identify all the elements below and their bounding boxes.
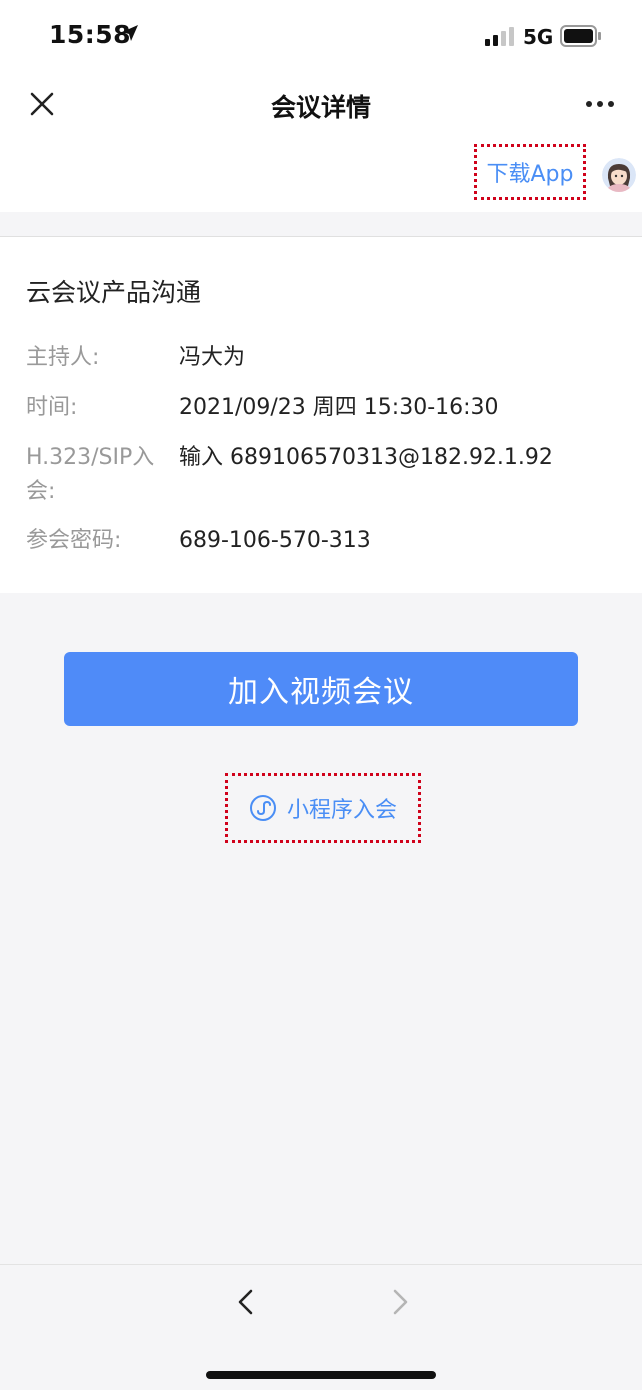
app-bar: 下载App: [0, 136, 642, 212]
host-value: 冯大为: [179, 345, 246, 370]
join-video-meeting-button[interactable]: 加入视频会议: [64, 652, 578, 726]
mini-program-label: 小程序入会: [286, 798, 397, 823]
download-app-label: 下载App: [486, 162, 574, 187]
page-title: 会议详情: [270, 93, 371, 122]
meeting-info-card: 云会议产品沟通 主持人: 冯大为 时间: 2021/09/23 周四 15:30…: [0, 237, 642, 593]
section-divider: [0, 212, 642, 237]
join-button-label: 加入视频会议: [228, 675, 414, 710]
sip-label-line2: 会:: [26, 479, 56, 504]
time-label: 时间:: [26, 395, 78, 420]
more-icon[interactable]: [584, 92, 616, 116]
host-label: 主持人:: [26, 345, 100, 370]
time-value: 2021/09/23 周四 15:30-16:30: [179, 395, 499, 420]
password-label: 参会密码:: [26, 528, 122, 553]
browser-toolbar: [0, 1264, 642, 1390]
mini-program-icon: [249, 795, 276, 821]
meeting-title: 云会议产品沟通: [26, 278, 202, 307]
home-indicator: [206, 1371, 436, 1379]
sip-value[interactable]: 输入 689106570313@182.92.1.92: [179, 441, 553, 475]
status-time: 15:58: [49, 20, 132, 49]
sip-label: H.323/SIP入 会:: [26, 441, 172, 509]
password-value[interactable]: 689-106-570-313: [179, 524, 371, 558]
nav-bar: 会议详情: [0, 72, 642, 136]
forward-arrow-icon[interactable]: [384, 1287, 414, 1317]
network-label: 5G: [523, 25, 554, 49]
back-arrow-icon[interactable]: [232, 1287, 262, 1317]
status-bar: 15:58 5G: [0, 0, 642, 72]
mini-program-join-button[interactable]: 小程序入会: [225, 773, 421, 843]
location-arrow-icon: [122, 25, 138, 41]
battery-icon: [560, 25, 601, 47]
signal-icon: [485, 27, 514, 46]
avatar[interactable]: [602, 158, 636, 192]
sip-label-line1: H.323/SIP入: [26, 445, 155, 470]
download-app-button[interactable]: 下载App: [474, 144, 586, 200]
